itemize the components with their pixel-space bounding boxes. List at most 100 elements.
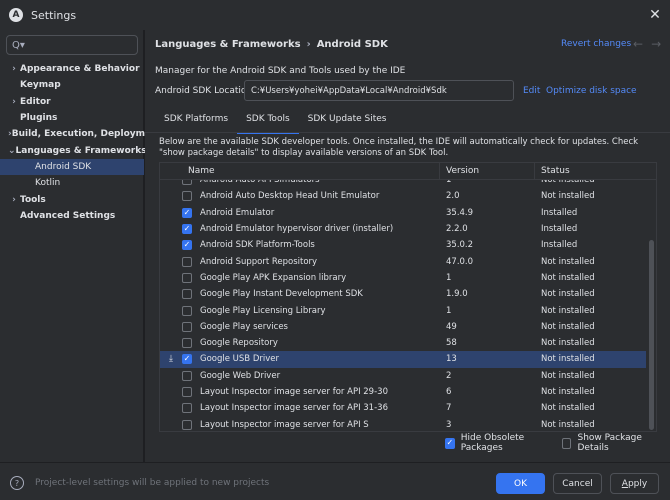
row-checkbox[interactable]	[182, 191, 192, 202]
show-details-option[interactable]: Show Package Details	[561, 433, 662, 453]
table-scrollbar[interactable]	[649, 240, 654, 430]
revert-changes-link[interactable]: Revert changes	[561, 39, 631, 49]
sidebar-item-android-sdk[interactable]: Android SDK	[0, 158, 144, 176]
row-checkbox-cell	[182, 387, 200, 397]
row-checkbox[interactable]	[182, 403, 192, 414]
row-checkbox[interactable]	[182, 289, 192, 300]
row-checkbox-cell	[182, 403, 200, 414]
table-row[interactable]: Google Play Instant Development SDK 1.9.0…	[160, 286, 646, 302]
window-title: Settings	[31, 8, 77, 22]
search-icon: Q▾	[12, 39, 25, 51]
tab-sdk-platforms[interactable]: SDK Platforms	[155, 107, 237, 131]
table-row[interactable]: ✓ Android SDK Platform-Tools 35.0.2 Install…	[160, 237, 646, 253]
main-content: Languages & Frameworks › Android SDK Rever…	[145, 30, 670, 462]
row-checkbox[interactable]: ✓	[182, 354, 192, 365]
row-checkbox[interactable]	[182, 387, 192, 397]
row-checkbox[interactable]	[182, 272, 192, 283]
table-row[interactable]: Google Play services 49 Not installed	[160, 319, 646, 335]
table-row[interactable]: Layout Inspector image server for API 29…	[160, 384, 646, 400]
column-header-status[interactable]: Status	[535, 163, 643, 180]
tab-sdk-update-sites[interactable]: SDK Update Sites	[299, 107, 396, 131]
chevron-down-icon[interactable]: ⌄	[8, 146, 16, 156]
sidebar-item-build-execution-deployment[interactable]: › Build, Execution, Deployment	[0, 126, 162, 142]
close-button[interactable]: ✕	[646, 6, 664, 24]
table-row[interactable]: Layout Inspector image server for API S 3…	[160, 416, 646, 431]
row-checkbox[interactable]: ✓	[182, 207, 192, 218]
settings-tree: › Appearance & Behavior Keymap › Editor Plugi…	[0, 61, 162, 224]
show-details-checkbox[interactable]	[561, 437, 572, 449]
column-header-name[interactable]: Name	[182, 163, 440, 180]
row-name: Layout Inspector image server for API S	[200, 419, 369, 430]
row-name: Google Play Licensing Library	[200, 305, 326, 316]
table-row[interactable]: ✓ Android Emulator hypervisor driver (ins…	[160, 221, 646, 237]
row-status: Not installed	[541, 191, 595, 202]
row-name: Google Play services	[200, 321, 288, 332]
row-checkbox[interactable]	[182, 321, 192, 332]
row-checkbox[interactable]	[182, 338, 192, 349]
table-row[interactable]: Google Play APK Expansion library 1 Not in…	[160, 270, 646, 286]
row-status: Not installed	[541, 387, 595, 397]
row-checkbox[interactable]	[182, 256, 192, 267]
nav-arrows: ←→	[633, 37, 669, 51]
hide-obsolete-option[interactable]: ✓ Hide Obsolete Packages	[445, 433, 554, 453]
table-row[interactable]: Android Auto API Simulators 1 Not installe…	[160, 180, 646, 188]
row-name: Android Auto Desktop Head Unit Emulator	[200, 191, 380, 202]
table-row[interactable]: ✓ Android Emulator 35.4.9 Installed	[160, 205, 646, 221]
table-row[interactable]: Google Play Licensing Library 1 Not instal…	[160, 302, 646, 318]
sidebar-item-advanced-settings[interactable]: Advanced Settings	[0, 208, 144, 224]
tools-description: Below are the available SDK developer to…	[159, 137, 639, 158]
row-checkbox-cell	[182, 272, 200, 283]
row-version: 2.0	[446, 191, 460, 202]
table-row[interactable]: Google Web Driver 2 Not installed	[160, 368, 646, 384]
apply-button[interactable]: Apply	[610, 473, 659, 494]
sidebar-item-label: Appearance & Behavior	[20, 64, 140, 75]
sidebar-item-tools[interactable]: › Tools	[0, 191, 144, 207]
table-row[interactable]: Google Repository 58 Not installed	[160, 335, 646, 351]
row-checkbox[interactable]	[182, 305, 192, 316]
row-checkbox[interactable]	[182, 180, 192, 186]
sidebar-item-plugins[interactable]: Plugins	[0, 110, 144, 126]
tab-sdk-tools[interactable]: SDK Tools	[237, 107, 299, 134]
search-input[interactable]: Q▾	[6, 35, 138, 55]
row-status: Not installed	[541, 180, 595, 186]
row-status: Not installed	[541, 370, 595, 381]
sidebar-item-editor[interactable]: › Editor	[0, 94, 144, 110]
hide-obsolete-checkbox[interactable]: ✓	[445, 437, 455, 449]
row-version: 58	[446, 338, 457, 349]
table-row[interactable]: Layout Inspector image server for API 31…	[160, 400, 646, 416]
row-version: 1.9.0	[446, 289, 468, 300]
table-row[interactable]: ⤓ ✓ Google USB Driver 13 Not installed	[160, 351, 646, 368]
back-arrow-icon[interactable]: ←	[633, 37, 651, 51]
sidebar-item-kotlin[interactable]: Kotlin	[0, 175, 144, 191]
sidebar-item-keymap[interactable]: Keymap	[0, 77, 144, 93]
ok-button[interactable]: OK	[496, 473, 545, 494]
row-status: Not installed	[541, 272, 595, 283]
row-checkbox[interactable]	[182, 419, 192, 430]
breadcrumb-parent[interactable]: Languages & Frameworks	[155, 39, 301, 50]
row-name: Layout Inspector image server for API 29…	[200, 387, 388, 397]
sidebar-item-label: Android SDK	[35, 161, 92, 172]
row-name: Layout Inspector image server for API 31…	[200, 403, 388, 414]
chevron-right-icon[interactable]: ›	[8, 97, 20, 107]
chevron-right-icon[interactable]: ›	[8, 195, 20, 205]
row-status: Installed	[541, 224, 578, 235]
column-header-version[interactable]: Version	[440, 163, 535, 180]
row-version: 49	[446, 321, 457, 332]
optimize-disk-space-link[interactable]: Optimize disk space	[546, 86, 637, 96]
edit-link[interactable]: Edit	[523, 86, 540, 96]
sdk-location-input[interactable]: C:¥Users¥yohei¥AppData¥Local¥Android¥Sdk	[244, 80, 514, 101]
forward-arrow-icon[interactable]: →	[651, 37, 669, 51]
row-checkbox[interactable]: ✓	[182, 224, 192, 235]
row-version: 2.2.0	[446, 224, 468, 235]
row-checkbox[interactable]: ✓	[182, 240, 192, 251]
cancel-button[interactable]: Cancel	[553, 473, 602, 494]
help-icon[interactable]: ?	[10, 476, 24, 490]
hide-obsolete-label: Hide Obsolete Packages	[460, 433, 525, 453]
row-checkbox[interactable]	[182, 370, 192, 381]
table-row[interactable]: Android Support Repository 47.0.0 Not inst…	[160, 253, 646, 269]
sidebar-item-languages-frameworks[interactable]: ⌄ Languages & Frameworks	[0, 142, 147, 158]
table-row[interactable]: Android Auto Desktop Head Unit Emulator 2…	[160, 188, 646, 204]
row-status: Not installed	[541, 338, 595, 349]
sidebar-item-appearance-behavior[interactable]: › Appearance & Behavior	[0, 61, 144, 77]
chevron-right-icon[interactable]: ›	[8, 64, 20, 74]
